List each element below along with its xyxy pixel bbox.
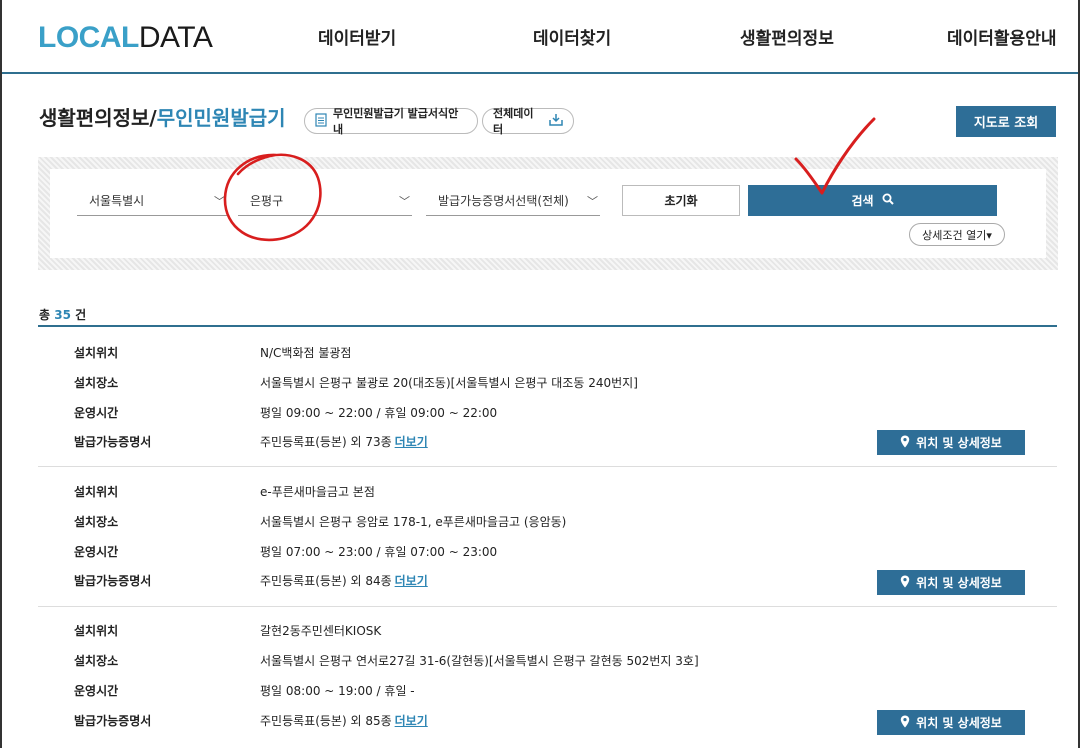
map-pin-icon (900, 575, 910, 591)
address-value: 서울특별시 은평구 연서로27길 31-6(갈현동)[서울특별시 은평구 갈현동… (260, 654, 699, 668)
location-value: e-푸른새마을금고 본점 (260, 485, 375, 499)
district-select[interactable]: 은평구 ﹀ (238, 185, 412, 216)
address-value: 서울특별시 은평구 응암로 178-1, e푸른새마을금고 (응암동) (260, 515, 567, 529)
map-pin-icon (900, 715, 910, 731)
city-select[interactable]: 서울특별시 ﹀ (77, 185, 227, 216)
page-title: 생활편의정보/무인민원발급기 (39, 106, 286, 130)
search-button[interactable]: 검색 (748, 185, 997, 216)
more-link[interactable]: 더보기 (395, 435, 428, 449)
download-icon (549, 113, 563, 129)
site-logo[interactable]: LOCALDATA (38, 21, 213, 55)
nav-data-search[interactable]: 데이터찾기 (533, 24, 611, 49)
location-detail-button[interactable]: 위치 및 상세정보 (877, 570, 1025, 595)
hours-value: 평일 08:00 ~ 19:00 / 휴일 - (260, 684, 415, 698)
map-view-button[interactable]: 지도로 조회 (956, 106, 1056, 137)
more-link[interactable]: 더보기 (395, 574, 428, 588)
list-item: 설치위치 e-푸른새마을금고 본점 설치장소 서울특별시 은평구 응암로 178-1… (38, 467, 1057, 607)
list-item: 설치위치 갈현2동주민센터KIOSK 설치장소 서울특별시 은평구 연서로27길 3… (38, 607, 1057, 747)
hours-value: 평일 09:00 ~ 22:00 / 휴일 09:00 ~ 22:00 (260, 406, 498, 420)
location-value: 갈현2동주민센터KIOSK (260, 624, 382, 638)
result-total: 총 35 건 (39, 308, 87, 322)
search-icon (882, 193, 894, 208)
location-value: N/C백화점 불광점 (260, 346, 352, 360)
form-guide-button[interactable]: 무인민원발급기 발급서식안내 (304, 107, 478, 136)
document-icon (315, 112, 327, 130)
site-header: LOCALDATA 데이터받기 데이터찾기 생활편의정보 데이터활용안내 (0, 0, 1080, 74)
all-data-download-button[interactable]: 전체데이터 (482, 107, 574, 136)
list-item: 설치위치 N/C백화점 불광점 설치장소 서울특별시 은평구 불광로 20(대조동)… (38, 327, 1057, 467)
location-detail-button[interactable]: 위치 및 상세정보 (877, 710, 1025, 735)
nav-data-guide[interactable]: 데이터활용안내 (947, 24, 1056, 49)
hours-value: 평일 07:00 ~ 23:00 / 휴일 07:00 ~ 23:00 (260, 545, 498, 559)
nav-data-download[interactable]: 데이터받기 (318, 24, 396, 49)
documents-value: 주민등록표(등본) 외 85종 더보기 (260, 714, 428, 728)
nav-living-info[interactable]: 생활편의정보 (740, 24, 834, 49)
reset-button[interactable]: 초기화 (622, 185, 740, 216)
documents-value: 주민등록표(등본) 외 84종 더보기 (260, 574, 428, 588)
documents-value: 주민등록표(등본) 외 73종 더보기 (260, 435, 428, 449)
more-link[interactable]: 더보기 (395, 714, 428, 728)
chevron-down-icon: ﹀ (214, 195, 225, 208)
chevron-down-icon: ﹀ (399, 195, 410, 208)
address-value: 서울특별시 은평구 불광로 20(대조동)[서울특별시 은평구 대조동 240번… (260, 376, 638, 390)
detail-conditions-toggle[interactable]: 상세조건 열기▾ (909, 223, 1005, 246)
map-pin-icon (900, 435, 910, 451)
location-detail-button[interactable]: 위치 및 상세정보 (877, 430, 1025, 455)
chevron-down-icon: ﹀ (587, 195, 598, 208)
document-type-select[interactable]: 발급가능증명서선택(전체) ﹀ (426, 185, 600, 216)
